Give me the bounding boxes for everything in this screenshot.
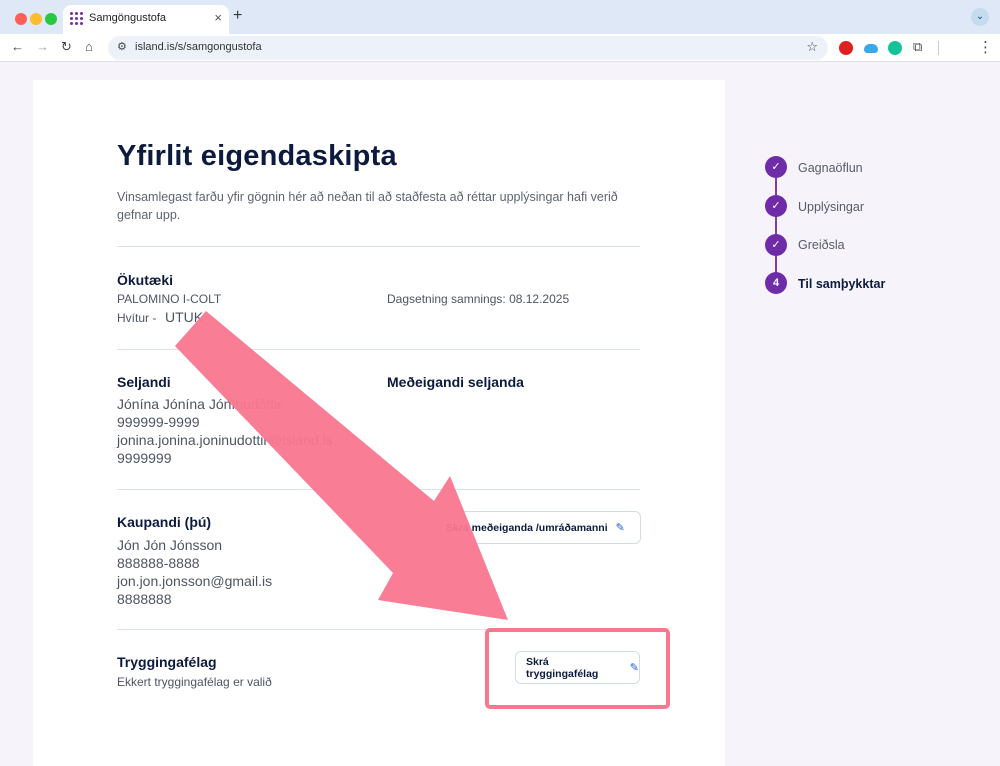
- annotation-highlight-box: [485, 628, 670, 709]
- annotation-overlay: [175, 311, 670, 709]
- annotation-arrow: [175, 311, 508, 620]
